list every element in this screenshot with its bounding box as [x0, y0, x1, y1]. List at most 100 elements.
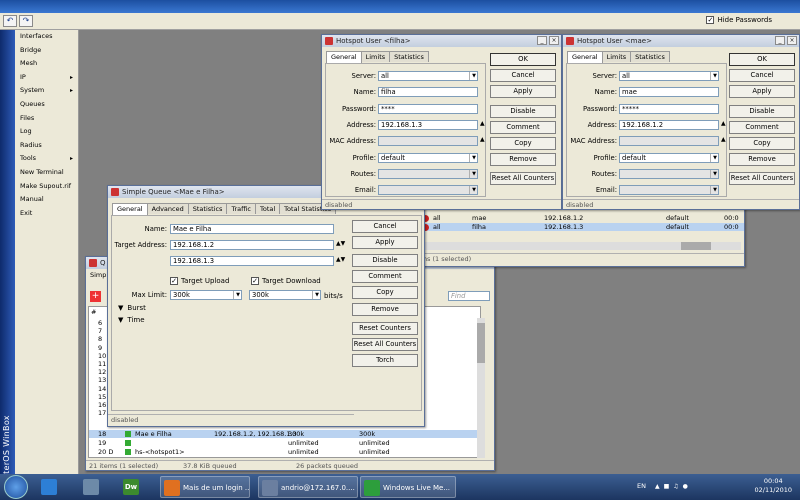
tab-limits[interactable]: Limits [360, 51, 391, 62]
tray-icons[interactable]: ▲■♫● [655, 483, 692, 490]
spin-arrow-icon[interactable]: ▲ [721, 136, 726, 143]
queue-name-input[interactable]: Mae e Filha [170, 224, 334, 234]
dropdown-arrow-icon[interactable]: ▼ [469, 72, 478, 80]
tab-statistics[interactable]: Statistics [630, 51, 670, 62]
mac-address-input[interactable] [619, 136, 719, 147]
taskbar-item-messenger[interactable]: Windows Live Me... [360, 476, 456, 498]
spin-arrow-icon[interactable]: ▲ [480, 120, 485, 127]
queue-scrollbar[interactable] [477, 318, 485, 458]
hotspot-mae-titlebar[interactable]: Hotspot User <mae> _ × [563, 35, 799, 47]
find-input[interactable]: Find [448, 291, 490, 301]
copy-button[interactable]: Copy [490, 137, 556, 150]
name-input[interactable]: filha [378, 87, 478, 98]
torch-button[interactable]: Torch [352, 354, 418, 368]
hotspot-list-hscroll[interactable] [401, 242, 741, 250]
ok-button[interactable]: OK [490, 53, 556, 66]
apply-button[interactable]: Apply [729, 85, 795, 99]
max-limit-download-input[interactable]: 300k [249, 290, 321, 300]
minimize-icon[interactable]: _ [537, 36, 547, 45]
cancel-button[interactable]: Cancel [729, 69, 795, 83]
ok-button[interactable]: OK [729, 53, 795, 66]
comment-button[interactable]: Comment [490, 120, 556, 134]
tab-general[interactable]: General [326, 51, 362, 63]
routes-input[interactable] [378, 168, 478, 179]
tab-statistics[interactable]: Statistics [389, 51, 429, 62]
mac-address-input[interactable] [378, 136, 478, 147]
taskbar-item-firefox[interactable]: Mais de um login ... [160, 476, 250, 498]
target-upload-checkbox[interactable]: ✓ [170, 277, 178, 285]
tab-general[interactable]: General [112, 203, 148, 215]
tab-limits[interactable]: Limits [601, 51, 632, 62]
menu-item-new-terminal[interactable]: New Terminal [15, 166, 78, 180]
dropdown-arrow-icon[interactable]: ▼ [469, 169, 478, 178]
menu-item-tools[interactable]: Tools [15, 152, 78, 166]
apply-button[interactable]: Apply [352, 236, 418, 250]
remove-button[interactable]: Remove [729, 153, 795, 167]
menu-item-log[interactable]: Log [15, 125, 78, 139]
cancel-button[interactable]: Cancel [352, 220, 418, 233]
target-address-spin-2[interactable]: ▲▼ [336, 256, 345, 263]
taskbar-item-ie[interactable] [38, 476, 66, 498]
target-address-spin-1[interactable]: ▲▼ [336, 240, 345, 247]
menu-item-ip[interactable]: IP [15, 71, 78, 85]
reset-all-counters-button[interactable]: Reset All Counters [352, 338, 418, 352]
menu-item-make-supout-rif[interactable]: Make Supout.rif [15, 180, 78, 194]
max-limit-download-dropdown-icon[interactable]: ▼ [312, 291, 321, 299]
taskbar-item-network[interactable] [80, 476, 108, 498]
menu-item-interfaces[interactable]: Interfaces [15, 30, 78, 44]
hide-passwords-toggle[interactable]: ✓ Hide Passwords [706, 16, 772, 24]
taskbar-item-dreamweaver[interactable]: Dw [120, 476, 148, 498]
menu-item-bridge[interactable]: Bridge [15, 44, 78, 58]
remove-button[interactable]: Remove [352, 302, 418, 316]
menu-item-mesh[interactable]: Mesh [15, 57, 78, 71]
table-row[interactable]: 18 Mae e Filha 192.168.1.2, 192.168.1.3 300… [89, 430, 479, 438]
menu-item-radius[interactable]: Radius [15, 139, 78, 153]
table-row[interactable]: all filha 192.168.1.3 default 00:0 [399, 223, 744, 231]
remove-button[interactable]: Remove [490, 153, 556, 167]
max-limit-upload-input[interactable]: 300k [170, 290, 242, 300]
queue-list-tab[interactable]: Simp [90, 271, 106, 279]
menu-item-exit[interactable]: Exit [15, 207, 78, 221]
dropdown-arrow-icon[interactable]: ▼ [469, 153, 478, 162]
table-row[interactable]: 19 unlimited unlimited [89, 439, 479, 447]
address-input[interactable]: 192.168.1.3 [378, 119, 478, 130]
disable-button[interactable]: Disable [729, 104, 795, 118]
time-section-toggle[interactable]: ▼ Time [118, 316, 145, 324]
tab-statistics[interactable]: Statistics [187, 203, 228, 214]
hide-passwords-checkbox[interactable]: ✓ [706, 16, 715, 24]
target-download-option[interactable]: ✓ Target Download [251, 277, 321, 285]
dropdown-arrow-icon[interactable]: ▼ [710, 169, 719, 178]
disable-button[interactable]: Disable [490, 104, 556, 118]
dropdown-arrow-icon[interactable]: ▼ [710, 186, 719, 195]
target-download-checkbox[interactable]: ✓ [251, 277, 259, 285]
undo-icon[interactable]: ↶ [3, 15, 17, 27]
target-upload-option[interactable]: ✓ Target Upload [170, 277, 229, 285]
menu-item-files[interactable]: Files [15, 112, 78, 126]
minimize-icon[interactable]: _ [775, 36, 785, 45]
reset-all-counters-button[interactable]: Reset All Counters [490, 172, 556, 186]
taskbar-item-winbox[interactable]: andrio@172.167.0.... [258, 476, 358, 498]
menu-item-manual[interactable]: Manual [15, 193, 78, 207]
tab-total[interactable]: Total [254, 203, 281, 214]
email-input[interactable] [378, 185, 478, 196]
start-button[interactable] [4, 475, 28, 499]
comment-button[interactable]: Comment [352, 269, 418, 283]
copy-button[interactable]: Copy [729, 137, 795, 150]
dropdown-arrow-icon[interactable]: ▼ [710, 153, 719, 162]
dropdown-arrow-icon[interactable]: ▼ [710, 72, 719, 80]
tab-traffic[interactable]: Traffic [226, 203, 256, 214]
profile-input[interactable]: default [378, 152, 478, 163]
spin-arrow-icon[interactable]: ▲ [480, 136, 485, 143]
spin-arrow-icon[interactable]: ▲ [721, 120, 726, 127]
redo-icon[interactable]: ↷ [19, 15, 33, 27]
table-row[interactable]: all mae 192.168.1.2 default 00:0 [399, 214, 744, 222]
profile-input[interactable]: default [619, 152, 719, 163]
email-input[interactable] [619, 185, 719, 196]
target-address-input-1[interactable]: 192.168.1.2 [170, 240, 334, 250]
clock[interactable]: 00:04 02/11/2010 [755, 477, 792, 495]
reset-all-counters-button[interactable]: Reset All Counters [729, 172, 795, 186]
close-icon[interactable]: × [549, 36, 559, 45]
password-input[interactable]: **** [378, 103, 478, 114]
cancel-button[interactable]: Cancel [490, 69, 556, 83]
routes-input[interactable] [619, 168, 719, 179]
